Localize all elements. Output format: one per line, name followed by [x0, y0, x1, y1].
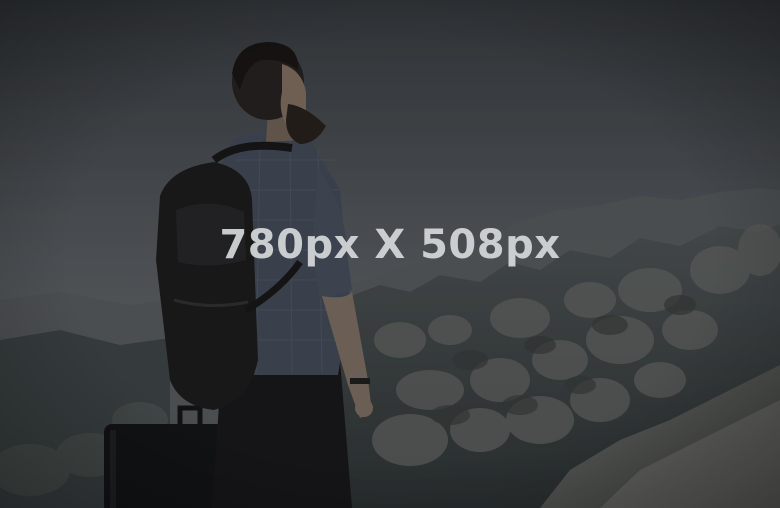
placeholder-image: 780px X 508px	[0, 0, 780, 508]
dimension-label: 780px X 508px	[219, 222, 561, 268]
